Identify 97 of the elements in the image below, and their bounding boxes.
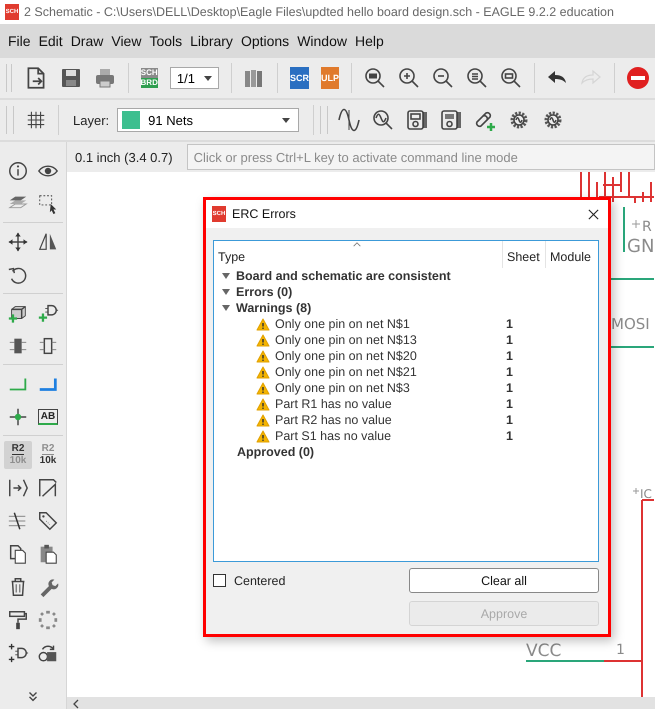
sheet-number: 1	[505, 413, 513, 427]
expand-triangle-icon[interactable]	[222, 305, 230, 311]
column-header[interactable]: Sheet	[502, 241, 545, 268]
warning-message[interactable]: Only one pin on net N$1	[275, 317, 502, 331]
sheet-number: 1	[505, 317, 513, 331]
layer-label: Layer:	[73, 112, 110, 128]
scroll-left-icon[interactable]	[72, 698, 80, 709]
tree-group-label[interactable]: Errors (0)	[236, 285, 292, 299]
toolbar-grip[interactable]	[6, 64, 12, 92]
pin-cross	[632, 488, 640, 494]
split-line-icon[interactable]	[37, 476, 59, 498]
warning-icon	[256, 318, 270, 330]
zoom-out-icon[interactable]	[430, 66, 455, 90]
part-name-tool[interactable]: R2 10k	[4, 440, 32, 468]
checkbox-label: Centered	[234, 574, 286, 588]
zoom-redraw-icon[interactable]	[464, 66, 489, 90]
warning-message[interactable]: Part S1 has no value	[275, 429, 502, 443]
menu-item[interactable]: Tools	[145, 33, 186, 49]
copy-icon[interactable]	[7, 542, 29, 564]
grid-icon[interactable]	[25, 109, 47, 131]
label-tool[interactable]: AB	[38, 408, 58, 424]
tag-icon[interactable]	[37, 510, 59, 532]
sheet-number: 1	[505, 365, 513, 379]
warning-message[interactable]: Part R2 has no value	[275, 413, 502, 427]
stop-icon[interactable]	[626, 66, 650, 90]
expand-triangle-icon[interactable]	[222, 289, 230, 295]
sort-icon[interactable]	[352, 241, 362, 248]
pin-cross	[632, 220, 640, 228]
net-label: VCC	[526, 641, 562, 661]
warning-icon	[256, 334, 270, 346]
part-value-tool[interactable]: R2 10k	[34, 440, 62, 468]
double-chevron-icon[interactable]	[26, 689, 40, 703]
meter-icon[interactable]	[439, 108, 464, 132]
tree-group-label[interactable]: Approved (0)	[237, 445, 314, 459]
zoom-fit-icon[interactable]	[362, 66, 387, 90]
dotted-circle-icon[interactable]	[37, 608, 59, 630]
window-title: 2 Schematic - C:\Users\DELL\Desktop\Eagle Files\updted hello board design.sch - EAGLE 9.2.2 education	[24, 5, 614, 19]
info-icon[interactable]	[7, 160, 29, 182]
warning-message[interactable]: Only one pin on net N$20	[275, 349, 502, 363]
coordinates-text: 0.1 inch (3.4 0.7)	[74, 150, 173, 164]
close-icon	[587, 208, 600, 220]
warning-icon	[256, 350, 270, 362]
net-label: 1	[616, 642, 625, 658]
menu-item[interactable]: Draw	[66, 33, 108, 49]
toolbar-grip[interactable]	[320, 106, 328, 134]
tree-group-label[interactable]: Board and schematic are consistent	[236, 269, 451, 283]
expand-triangle-icon[interactable]	[222, 273, 230, 279]
net-wire	[623, 207, 625, 252]
command-line-field[interactable]: Click or press Ctrl+L key to activate command line mode	[186, 144, 655, 170]
pin-arrow-icon[interactable]	[7, 476, 29, 498]
zoom-select-icon[interactable]	[498, 66, 523, 90]
warning-message[interactable]: Only one pin on net N$13	[275, 333, 502, 347]
menu-item[interactable]: Help	[350, 33, 388, 49]
sheet-number: 1	[505, 381, 513, 395]
layer-dropdown[interactable]: 91 Nets	[117, 108, 300, 132]
script-button[interactable]: SCR	[290, 67, 310, 89]
column-header[interactable]: Type	[214, 241, 502, 268]
column-header[interactable]: Module	[545, 241, 598, 268]
tree-group-label[interactable]: Warnings (8)	[236, 301, 312, 315]
warning-message[interactable]: Only one pin on net N$21	[275, 365, 502, 379]
checkbox[interactable]	[213, 574, 226, 587]
zoom-in-icon[interactable]	[396, 66, 421, 90]
menu-item[interactable]: Edit	[34, 33, 67, 49]
toolbar-grip[interactable]	[6, 106, 14, 134]
sheet-number: 1	[505, 333, 513, 347]
dialog-title: ERC Errors	[232, 207, 297, 221]
warning-icon	[256, 398, 270, 410]
menu-item[interactable]: Library	[186, 33, 237, 49]
menu-item[interactable]: File	[4, 33, 35, 49]
warning-icon	[256, 382, 270, 394]
sheet-number: 1	[505, 429, 513, 443]
sheet-number: 1	[505, 349, 513, 363]
warning-message[interactable]: Only one pin on net N$3	[275, 381, 502, 395]
net-label: IC	[640, 487, 652, 501]
net-label: MOSI	[611, 315, 650, 333]
warning-icon	[256, 366, 270, 378]
sheet-dropdown[interactable]: 1/1	[170, 67, 219, 89]
net-label: R	[642, 219, 652, 235]
net-label: GN	[627, 236, 654, 257]
meter-icon[interactable]	[405, 108, 430, 132]
select-rect-icon[interactable]	[37, 192, 59, 214]
paint-roller-icon[interactable]	[7, 608, 29, 630]
waveform-icon[interactable]	[337, 108, 362, 132]
menu-item[interactable]: Options	[236, 33, 294, 49]
menu-item[interactable]: Window	[293, 33, 351, 49]
warning-icon	[256, 430, 270, 442]
sheet-number: 1	[505, 397, 513, 411]
warning-message[interactable]: Part R1 has no value	[275, 397, 502, 411]
net-wire	[611, 278, 654, 280]
dialog-button[interactable]: Clear all	[409, 568, 599, 593]
menu-item[interactable]: View	[107, 33, 146, 49]
move-icon[interactable]	[7, 230, 29, 252]
warning-icon	[256, 414, 270, 426]
wave-magnifier-icon[interactable]	[371, 108, 396, 132]
gate-swap-icon[interactable]	[7, 642, 29, 664]
net-wire	[611, 346, 654, 348]
mirror-icon[interactable]	[37, 230, 59, 252]
